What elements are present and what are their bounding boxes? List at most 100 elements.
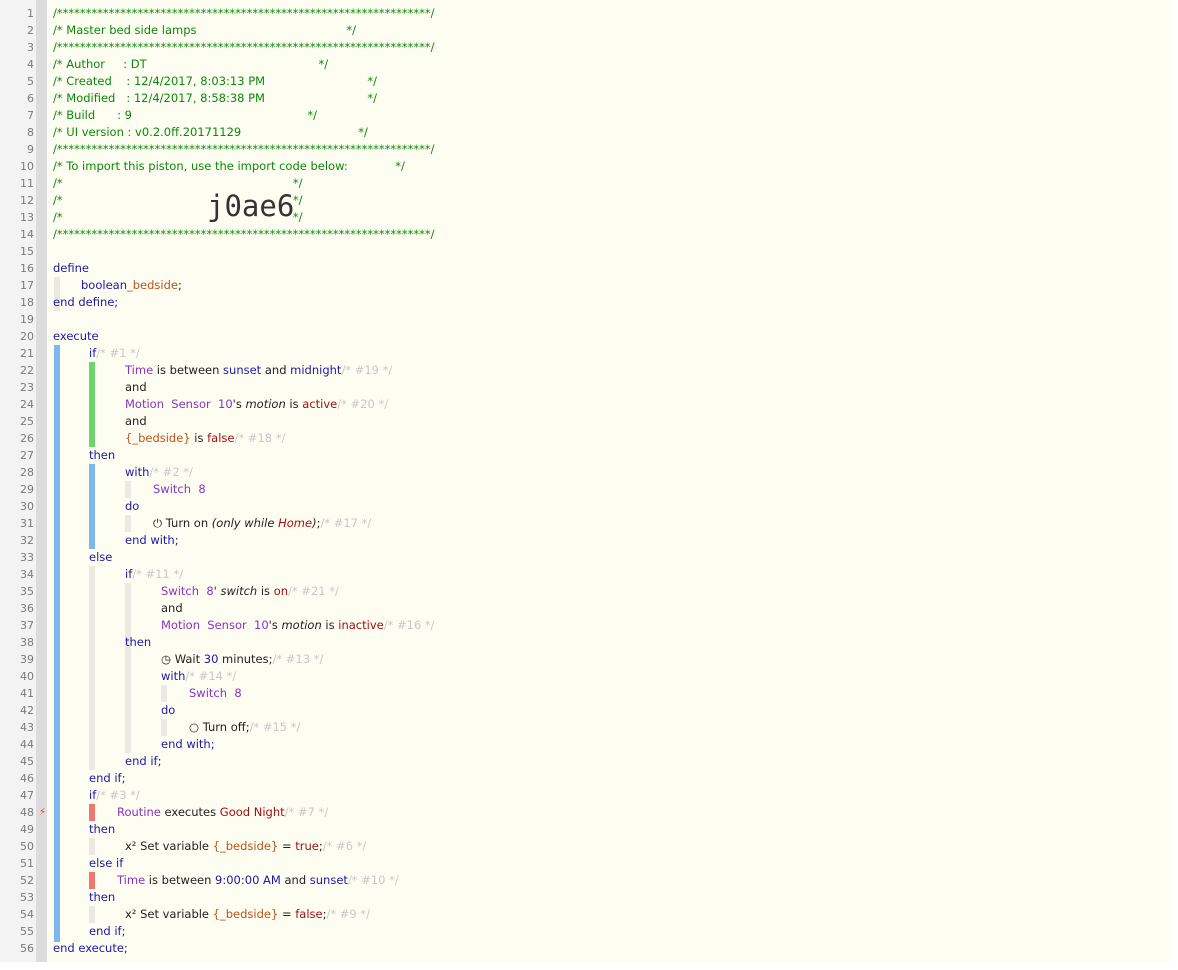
power-icon: ⏻ [153,516,163,530]
line-number: 8 [27,126,34,139]
then1-block-bar [89,464,95,549]
code-line: end if; [125,753,161,770]
do2-block-bar [125,515,131,532]
task-id: /* #17 */ [320,516,372,530]
code-line: do [125,498,139,515]
header-comment-line: /* Modified : 12/4/2017, 8:58:38 PM */ [53,90,377,107]
device-motion-sensor[interactable]: Motion Sensor 10 [125,397,233,411]
statement-id: /* #14 */ [185,669,237,683]
code-line: end if; [89,770,125,787]
code-line: then [89,889,115,906]
operator-and: and [261,363,291,377]
keyword-end-if: end if; [125,754,162,768]
operator: executes [160,805,220,819]
variable-declaration: boolean_bedside; [81,277,182,294]
variable-bedside[interactable]: {_bedside} [125,431,191,445]
header-comment: /***************************************… [53,6,435,20]
line-number: 46 [20,772,34,785]
keyword-do: do [125,499,140,513]
command-turn-on[interactable]: Turn on [162,516,212,530]
logical-and[interactable]: and [161,601,183,615]
line-number: 21 [20,347,34,360]
keyword-execute: execute [53,329,99,343]
value-false: false [207,431,235,445]
operand-time[interactable]: Time [125,363,153,377]
line-number: 20 [20,330,34,343]
line-number: 11 [20,177,34,190]
task-id: /* #9 */ [326,907,370,921]
code-line: end if; [89,923,125,940]
command-set-variable[interactable]: Set variable [136,907,212,921]
condition-line: Motion Sensor 10's motion is active/* #2… [125,396,388,413]
command-set-variable[interactable]: Set variable [136,839,212,853]
device-switch-8[interactable]: Switch 8 [153,482,206,496]
operator-and: and [280,873,310,887]
power-off-icon: ○ [189,720,200,734]
condition-id: /* #21 */ [288,584,339,598]
else1-block-bar [89,566,95,770]
device-motion-sensor[interactable]: Motion Sensor 10 [161,618,269,632]
condition-id: /* #18 */ [234,431,286,445]
with14-device-bar [161,685,167,702]
header-comment: /* Build : 9 */ [53,108,318,122]
line-number: 26 [20,432,34,445]
keyword-else-if[interactable]: else if [89,856,123,870]
command-turn-off[interactable]: Turn off; [199,720,250,734]
if11-block-bar [125,583,131,753]
header-comment: /* Created : 12/4/2017, 8:03:13 PM */ [53,74,378,88]
keyword-do: do [161,703,176,717]
then-elseif-block-bar [89,906,95,923]
line-number: 30 [20,500,34,513]
header-comment: /* */ [53,193,303,207]
piston-code-editor: 1 2 3 4 5 6 7 8 9 10 11 12 13 14 15 16 17 18 19 20 21 22 23 24 2… [0,0,1170,962]
line-number: 28 [20,466,34,479]
line-number: 35 [20,585,34,598]
possessive: 's [232,397,246,411]
line-number: 38 [20,636,34,649]
header-comment-line: /***************************************… [53,39,435,56]
keyword-then: then [89,822,116,836]
operator: is [190,431,208,445]
condition-id: /* #20 */ [337,397,389,411]
elseif-trigger-bar [89,872,95,889]
header-comment: /***************************************… [53,40,435,54]
statement-id: /* #2 */ [149,465,193,479]
header-comment: /* UI version : v0.2.0ff.20171129 */ [53,125,368,139]
operand-routine[interactable]: Routine [117,805,161,819]
operator: is [321,618,339,632]
code-line: if/* #3 */ [89,787,140,804]
keyword-with[interactable]: with [161,669,185,683]
line-number: 47 [20,789,34,802]
possessive: 's [268,618,282,632]
logical-and[interactable]: and [125,380,147,394]
device-switch-8[interactable]: Switch 8 [189,686,242,700]
do14-block-bar [161,719,167,736]
line-number: 23 [20,381,34,394]
code-line: end execute; [53,940,128,957]
line-number: 31 [20,517,34,530]
device-switch-8[interactable]: Switch 8 [161,584,214,598]
task-id: /* #13 */ [272,652,324,666]
variable-name[interactable]: _bedside [127,278,178,292]
header-comment-line: /* UI version : v0.2.0ff.20171129 */ [53,124,368,141]
line-number: 1 [27,7,34,20]
code-line: Switch 8 [189,685,242,702]
operator: is between [153,363,224,377]
code-line: and [125,379,147,396]
trigger-lightning-icon: ⚡ [39,807,47,818]
line-number: 56 [20,942,34,955]
line-number: 15 [20,245,34,258]
line-number: 51 [20,857,34,870]
logical-and[interactable]: and [125,414,147,428]
header-comment: /* Modified : 12/4/2017, 8:58:38 PM */ [53,91,377,105]
line-number: 9 [27,143,34,156]
command-wait[interactable]: Wait [171,652,204,666]
keyword-with[interactable]: with [125,465,149,479]
keyword-end-if: end if; [89,771,126,785]
header-comment-line: /* */ [53,175,303,192]
operand-time[interactable]: Time [117,873,145,887]
header-comment: /* Master bed side lamps */ [53,23,356,37]
condition-line: Switch 8' switch is on/* #21 */ [161,583,339,600]
line-number: 22 [20,364,34,377]
condition-id: /* #7 */ [284,805,329,819]
